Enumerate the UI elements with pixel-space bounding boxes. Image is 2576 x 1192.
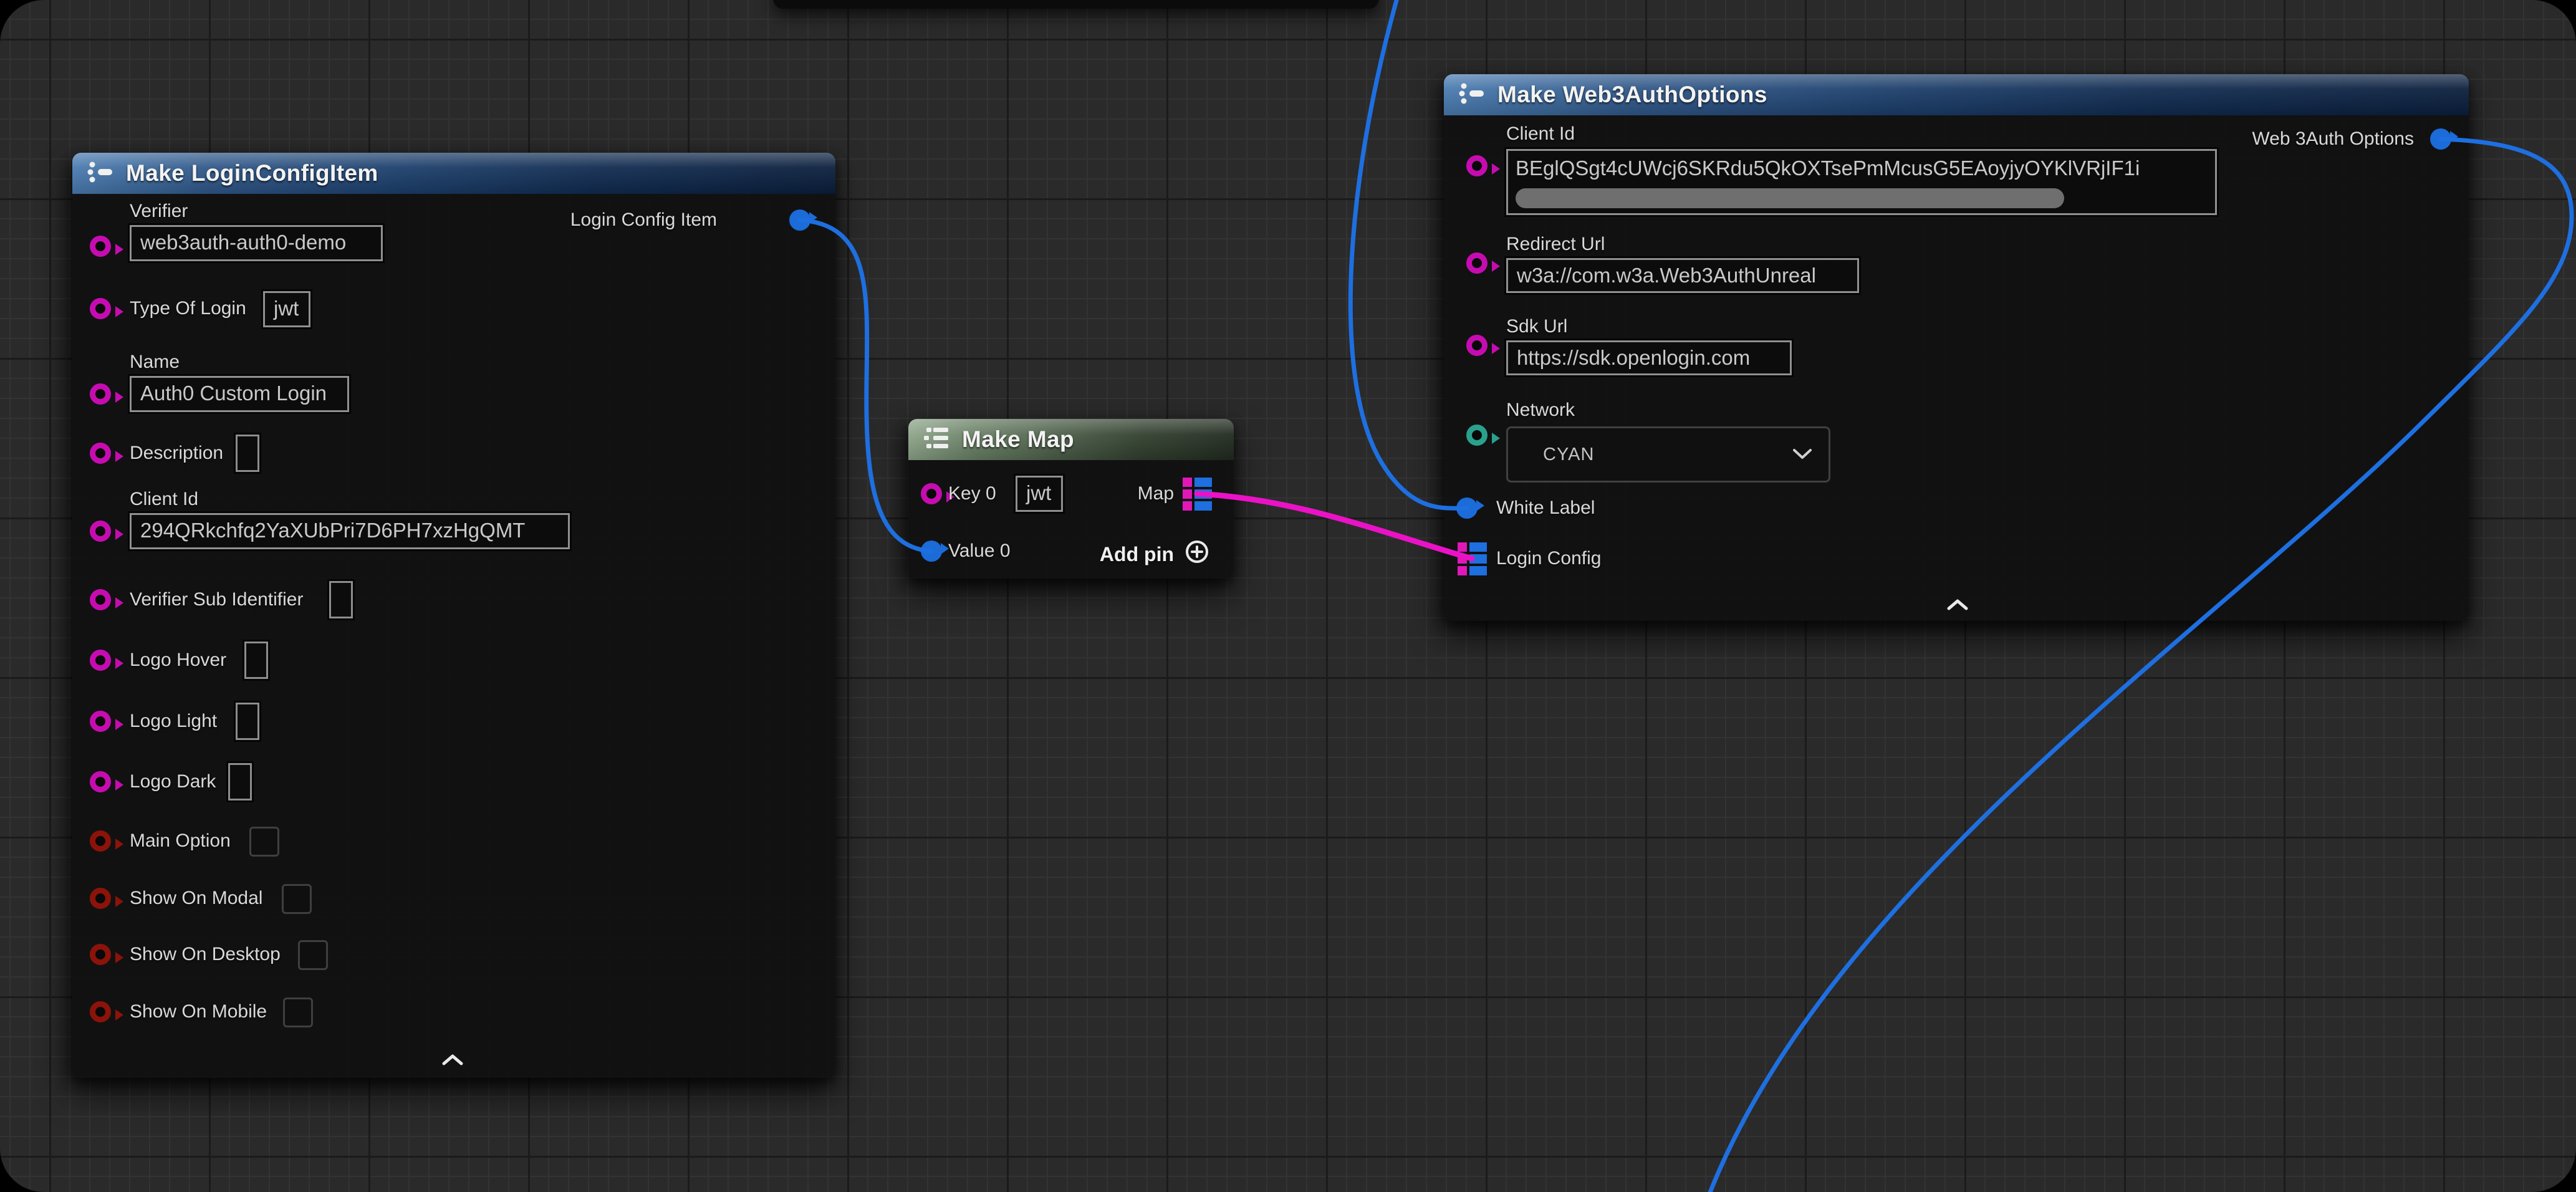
pin-label-logo-light: Logo Light [130,710,217,733]
verifier-sub-identifier-field[interactable] [329,581,353,618]
key-0-field[interactable]: jwt [1016,476,1063,512]
node-title: Make LoginConfigItem [126,160,378,186]
type-of-login-field[interactable]: jwt [263,291,310,327]
chevron-down-icon [1792,445,1812,465]
pin-label-white-label: White Label [1496,497,1595,519]
add-pin-button[interactable]: Add pin [1100,539,1210,570]
collapse-chevron-icon[interactable] [1946,598,1969,615]
input-pin-main-option[interactable] [90,830,111,852]
pin-label-type-of-login: Type Of Login [130,297,246,320]
pin-label-value-0: Value 0 [948,540,1011,562]
input-pin-client-id[interactable] [1466,155,1487,176]
description-field[interactable] [236,435,259,472]
input-pin-show-on-desktop[interactable] [90,944,111,965]
add-pin-label: Add pin [1100,543,1174,566]
client-id-text: BEglQSgt4cUWcj6SKRdu5QkOXTsePmMcusG5EAoy… [1508,151,2215,185]
output-pin-label: Login Config Item [570,209,717,231]
input-pin-network[interactable] [1466,425,1487,446]
add-pin-plus-icon [1184,539,1210,570]
node-title: Make Web3AuthOptions [1497,82,1767,108]
input-pin-sdk-url[interactable] [1466,335,1487,356]
main-option-checkbox[interactable] [249,827,279,857]
pin-label-network: Network [1506,399,1575,421]
client-id-field[interactable]: 294QRkchfq2YaXUbPri7D6PH7xzHgQMT [130,513,570,549]
pin-label-show-on-desktop: Show On Desktop [130,943,281,966]
node-title: Make Map [962,426,1074,453]
input-pin-show-on-modal[interactable] [90,888,111,909]
make-struct-icon [1459,80,1485,110]
input-pin-type-of-login[interactable] [90,298,111,319]
input-pin-client-id[interactable] [90,521,111,542]
make-map-icon [923,425,949,454]
input-pin-redirect-url[interactable] [1466,252,1487,274]
redirect-url-field[interactable]: w3a://com.w3a.Web3AuthUnreal [1506,258,1859,293]
make-struct-icon [87,159,113,188]
pin-label-client-id: Client Id [130,488,198,511]
pin-label-key-0: Key 0 [948,483,996,505]
input-pin-name[interactable] [90,383,111,405]
client-id-field[interactable]: BEglQSgt4cUWcj6SKRdu5QkOXTsePmMcusG5EAoy… [1506,149,2217,215]
node-header[interactable]: Make Map [908,419,1234,460]
blueprint-graph-canvas[interactable]: Make LoginConfigItem Login Config Item V… [0,0,2576,1192]
pin-label-logo-hover: Logo Hover [130,649,226,671]
pin-label-show-on-modal: Show On Modal [130,887,262,910]
collapse-chevron-icon[interactable] [441,1053,464,1070]
input-pin-key-0[interactable] [921,483,942,504]
pin-label-redirect-url: Redirect Url [1506,233,1605,256]
client-id-scrollbar[interactable] [1516,188,2064,208]
pin-label-name: Name [130,351,180,373]
name-field[interactable]: Auth0 Custom Login [130,376,349,412]
node-header[interactable]: Make LoginConfigItem [72,153,835,194]
input-pin-logo-dark[interactable] [90,771,111,792]
pin-label-description: Description [130,442,223,464]
output-pin-label-map: Map [1138,483,1174,505]
input-pin-show-on-mobile[interactable] [90,1001,111,1022]
input-pin-logo-light[interactable] [90,711,111,732]
input-pin-logo-hover[interactable] [90,650,111,671]
node-make-web3auth-options[interactable]: Make Web3AuthOptions Web 3Auth Options C… [1444,74,2469,621]
node-make-map[interactable]: Make Map Key 0 jwt Map Value 0 Add pin [908,419,1234,579]
input-pin-description[interactable] [90,443,111,464]
show-on-mobile-checkbox[interactable] [283,997,313,1027]
show-on-desktop-checkbox[interactable] [298,940,328,970]
output-pin-label: Web 3Auth Options [2252,128,2414,150]
logo-hover-field[interactable] [244,642,268,679]
pin-label-verifier-sub-identifier: Verifier Sub Identifier [130,589,303,611]
pin-label-login-config: Login Config [1496,547,1601,570]
pin-label-show-on-mobile: Show On Mobile [130,1001,267,1023]
offscreen-node-edge [773,0,1379,9]
pin-label-sdk-url: Sdk Url [1506,315,1567,338]
node-header[interactable]: Make Web3AuthOptions [1444,74,2469,115]
pin-label-logo-dark: Logo Dark [130,771,216,793]
logo-dark-field[interactable] [228,763,252,800]
network-selected-value: CYAN [1543,445,1594,465]
pin-label-client-id: Client Id [1506,123,1575,145]
input-pin-verifier[interactable] [90,236,111,257]
logo-light-field[interactable] [236,703,259,740]
show-on-modal-checkbox[interactable] [282,884,312,914]
node-make-login-config-item[interactable]: Make LoginConfigItem Login Config Item V… [72,153,835,1078]
sdk-url-field[interactable]: https://sdk.openlogin.com [1506,340,1792,375]
input-pin-verifier-sub-identifier[interactable] [90,589,111,610]
pin-label-verifier: Verifier [130,200,188,223]
verifier-field[interactable]: web3auth-auth0-demo [130,225,383,261]
network-dropdown[interactable]: CYAN [1506,426,1830,483]
pin-label-main-option: Main Option [130,830,231,852]
